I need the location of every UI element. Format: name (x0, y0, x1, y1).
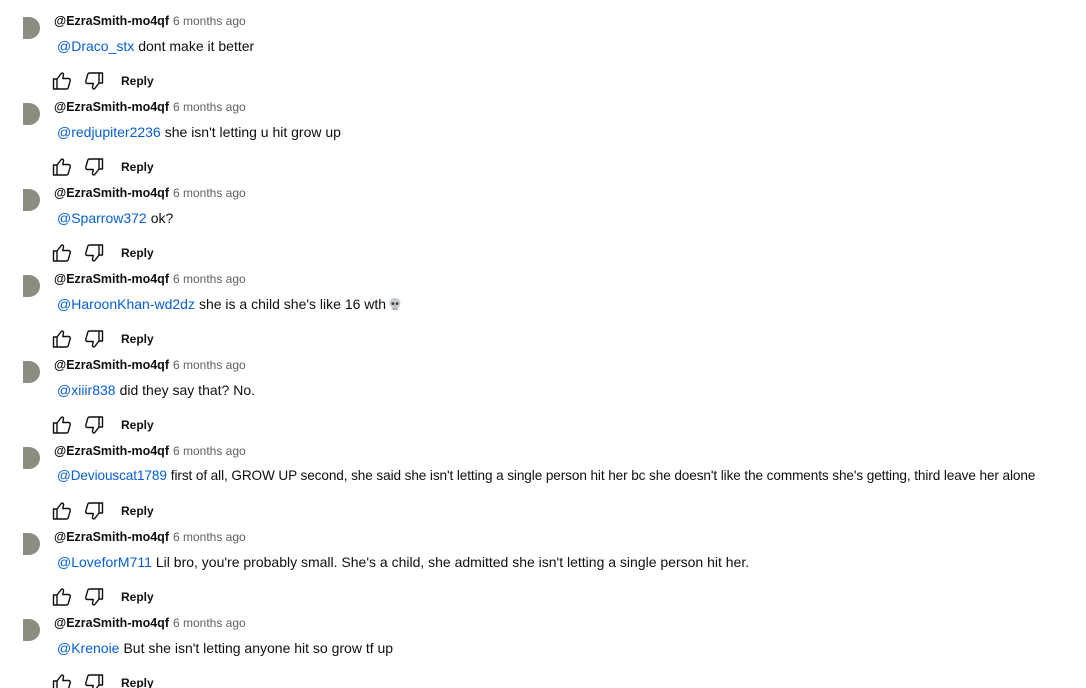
avatar[interactable] (20, 102, 44, 126)
thumbs-up-icon[interactable] (52, 243, 72, 263)
thumbs-up-icon[interactable] (52, 157, 72, 177)
mention-link[interactable]: @Deviouscat1789 (57, 468, 167, 483)
comment-actions: Reply (52, 581, 154, 613)
avatar[interactable] (20, 274, 44, 298)
thumbs-up-icon[interactable] (52, 587, 72, 607)
thumbs-down-icon[interactable] (84, 501, 104, 521)
comment-actions: Reply (52, 65, 154, 97)
comment: @EzraSmith-mo4qf 6 months ago @Sparrow37… (0, 180, 1086, 266)
comment-body: Lil bro, you're probably small. She's a … (155, 554, 750, 570)
author-name[interactable]: @EzraSmith-mo4qf (54, 272, 169, 286)
comment-thread: @EzraSmith-mo4qf 6 months ago @Draco_stx… (0, 0, 1086, 688)
comment-header: @EzraSmith-mo4qf 6 months ago (54, 186, 246, 204)
comment-text: @LoveforM711 Lil bro, you're probably sma… (57, 552, 749, 572)
comment-header: @EzraSmith-mo4qf 6 months ago (54, 100, 246, 118)
thumbs-up-icon[interactable] (52, 501, 72, 521)
author-name[interactable]: @EzraSmith-mo4qf (54, 100, 169, 114)
comment: @EzraSmith-mo4qf 6 months ago @xiiir838 d… (0, 352, 1086, 438)
timestamp[interactable]: 6 months ago (173, 100, 246, 114)
avatar[interactable] (20, 360, 44, 384)
timestamp[interactable]: 6 months ago (173, 186, 246, 200)
thumbs-down-icon[interactable] (84, 415, 104, 435)
comment-text: @HaroonKhan-wd2dz she is a child she's li… (57, 294, 402, 314)
avatar[interactable] (20, 446, 44, 470)
comment-text: @Draco_stx dont make it better (57, 36, 254, 56)
reply-button[interactable]: Reply (121, 504, 154, 518)
avatar[interactable] (20, 188, 44, 212)
comment: @EzraSmith-mo4qf 6 months ago @HaroonKha… (0, 266, 1086, 352)
timestamp[interactable]: 6 months ago (173, 272, 246, 286)
comment-actions: Reply (52, 237, 154, 269)
timestamp[interactable]: 6 months ago (173, 358, 246, 372)
comment-actions: Reply (52, 667, 154, 688)
comment: @EzraSmith-mo4qf 6 months ago @Krenoie Bu… (0, 610, 1086, 688)
comment: @EzraSmith-mo4qf 6 months ago @redjupite… (0, 94, 1086, 180)
comment-text: @Deviouscat1789 first of all, GROW UP sec… (57, 466, 1035, 486)
comment-body: she is a child she's like 16 wth (198, 296, 387, 312)
comment: @EzraSmith-mo4qf 6 months ago @Draco_stx… (0, 8, 1086, 94)
timestamp[interactable]: 6 months ago (173, 14, 246, 28)
comment-body: she isn't letting u hit grow up (164, 124, 341, 140)
avatar[interactable] (20, 532, 44, 556)
thumbs-down-icon[interactable] (84, 587, 104, 607)
skull-emoji (388, 296, 402, 310)
author-name[interactable]: @EzraSmith-mo4qf (54, 358, 169, 372)
mention-link[interactable]: @HaroonKhan-wd2dz (57, 296, 195, 312)
comment-body: ok? (150, 210, 174, 226)
comment-text: @xiiir838 did they say that? No. (57, 380, 255, 400)
author-name[interactable]: @EzraSmith-mo4qf (54, 530, 169, 544)
comment-body: But she isn't letting anyone hit so grow… (123, 640, 394, 656)
mention-link[interactable]: @Krenoie (57, 640, 119, 656)
comment-header: @EzraSmith-mo4qf 6 months ago (54, 358, 246, 376)
reply-button[interactable]: Reply (121, 418, 154, 432)
comment-header: @EzraSmith-mo4qf 6 months ago (54, 14, 246, 32)
thumbs-down-icon[interactable] (84, 157, 104, 177)
comment-actions: Reply (52, 151, 154, 183)
mention-link[interactable]: @redjupiter2236 (57, 124, 161, 140)
author-name[interactable]: @EzraSmith-mo4qf (54, 616, 169, 630)
author-name[interactable]: @EzraSmith-mo4qf (54, 186, 169, 200)
reply-button[interactable]: Reply (121, 332, 154, 346)
comment-header: @EzraSmith-mo4qf 6 months ago (54, 530, 246, 548)
reply-button[interactable]: Reply (121, 74, 154, 88)
reply-button[interactable]: Reply (121, 160, 154, 174)
comment-body: first of all, GROW UP second, she said s… (170, 468, 1036, 483)
reply-button[interactable]: Reply (121, 246, 154, 260)
thumbs-up-icon[interactable] (52, 329, 72, 349)
timestamp[interactable]: 6 months ago (173, 616, 246, 630)
thumbs-down-icon[interactable] (84, 71, 104, 91)
timestamp[interactable]: 6 months ago (173, 530, 246, 544)
timestamp[interactable]: 6 months ago (173, 444, 246, 458)
comment-body: did they say that? No. (119, 382, 255, 398)
avatar[interactable] (20, 618, 44, 642)
thumbs-down-icon[interactable] (84, 673, 104, 688)
comment-body: dont make it better (138, 38, 255, 54)
mention-link[interactable]: @LoveforM711 (57, 554, 152, 570)
thumbs-down-icon[interactable] (84, 329, 104, 349)
comment-text: @redjupiter2236 she isn't letting u hit g… (57, 122, 341, 142)
mention-link[interactable]: @Sparrow372 (57, 210, 147, 226)
comment-actions: Reply (52, 323, 154, 355)
avatar[interactable] (20, 16, 44, 40)
comment-actions: Reply (52, 495, 154, 527)
author-name[interactable]: @EzraSmith-mo4qf (54, 444, 169, 458)
thumbs-up-icon[interactable] (52, 71, 72, 91)
comment: @EzraSmith-mo4qf 6 months ago @LoveforM7… (0, 524, 1086, 610)
comment: @EzraSmith-mo4qf 6 months ago @Deviousca… (0, 438, 1086, 524)
comment-text: @Krenoie But she isn't letting anyone hit… (57, 638, 393, 658)
comment-text: @Sparrow372 ok? (57, 208, 173, 228)
comment-actions: Reply (52, 409, 154, 441)
thumbs-up-icon[interactable] (52, 415, 72, 435)
author-name[interactable]: @EzraSmith-mo4qf (54, 14, 169, 28)
thumbs-up-icon[interactable] (52, 673, 72, 688)
reply-button[interactable]: Reply (121, 590, 154, 604)
comment-header: @EzraSmith-mo4qf 6 months ago (54, 444, 246, 462)
mention-link[interactable]: @xiiir838 (57, 382, 116, 398)
comment-header: @EzraSmith-mo4qf 6 months ago (54, 616, 246, 634)
comment-header: @EzraSmith-mo4qf 6 months ago (54, 272, 246, 290)
thumbs-down-icon[interactable] (84, 243, 104, 263)
mention-link[interactable]: @Draco_stx (57, 38, 134, 54)
reply-button[interactable]: Reply (121, 676, 154, 688)
